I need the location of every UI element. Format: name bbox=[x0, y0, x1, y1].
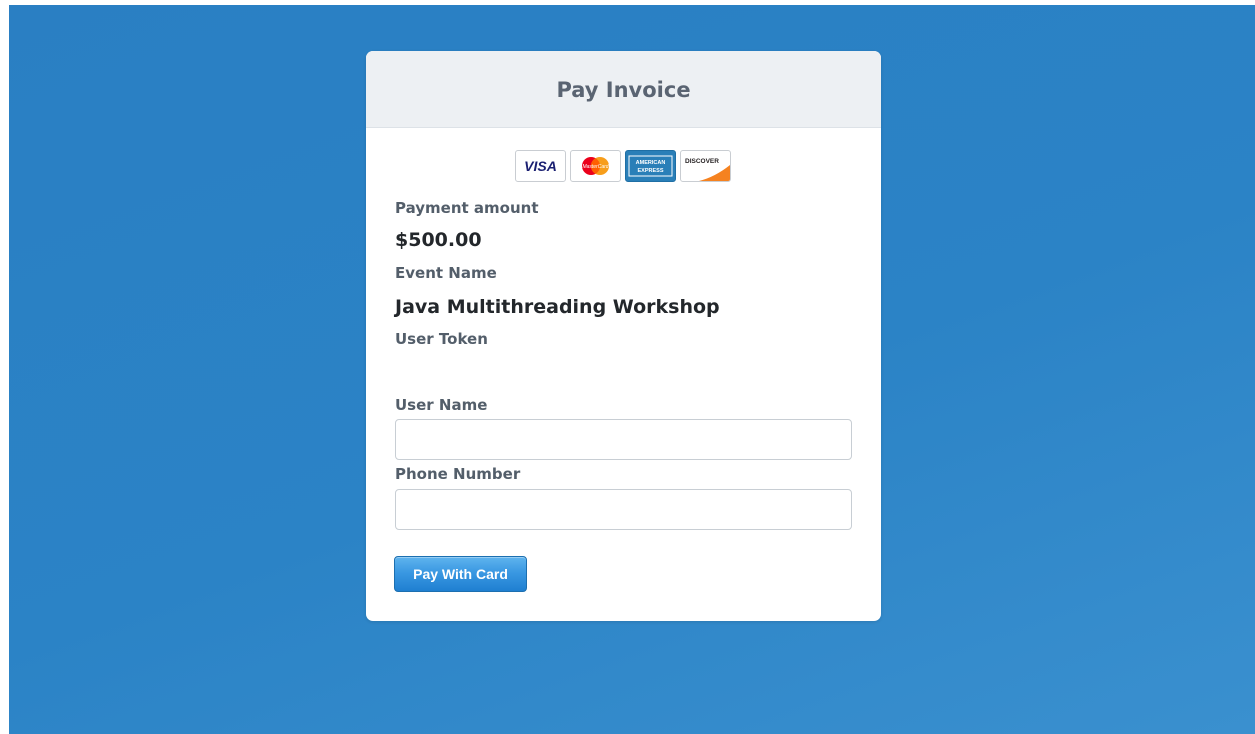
user-name-input[interactable] bbox=[395, 419, 852, 460]
amex-logo-icon: AMERICAN EXPRESS bbox=[625, 150, 676, 182]
user-token-label: User Token bbox=[395, 330, 488, 348]
phone-number-label: Phone Number bbox=[395, 465, 521, 483]
event-name-label: Event Name bbox=[395, 264, 497, 282]
user-name-label: User Name bbox=[395, 396, 488, 414]
page-title: Pay Invoice bbox=[556, 78, 691, 102]
visa-logo-icon: VISA bbox=[515, 150, 566, 182]
visa-logo-text: VISA bbox=[524, 158, 557, 174]
phone-number-input[interactable] bbox=[395, 489, 852, 530]
mastercard-logo-icon: MasterCard bbox=[570, 150, 621, 182]
card-header: Pay Invoice bbox=[366, 51, 881, 128]
card-logos: VISA MasterCard AMERICAN EXPRESS DISCOVE… bbox=[366, 150, 881, 182]
page-background: Pay Invoice VISA MasterCard AMERICAN EXP… bbox=[9, 5, 1255, 734]
event-name-value: Java Multithreading Workshop bbox=[395, 296, 720, 318]
discover-logo-icon: DISCOVER bbox=[680, 150, 731, 182]
discover-logo-text: DISCOVER bbox=[685, 158, 719, 165]
payment-amount-label: Payment amount bbox=[395, 199, 539, 217]
pay-with-card-button[interactable]: Pay With Card bbox=[394, 556, 527, 592]
svg-text:EXPRESS: EXPRESS bbox=[638, 168, 664, 174]
mastercard-logo-text: MasterCard bbox=[582, 164, 608, 170]
svg-text:AMERICAN: AMERICAN bbox=[636, 160, 666, 166]
pay-invoice-card: Pay Invoice VISA MasterCard AMERICAN EXP… bbox=[366, 51, 881, 621]
payment-amount-value: $500.00 bbox=[395, 229, 482, 251]
